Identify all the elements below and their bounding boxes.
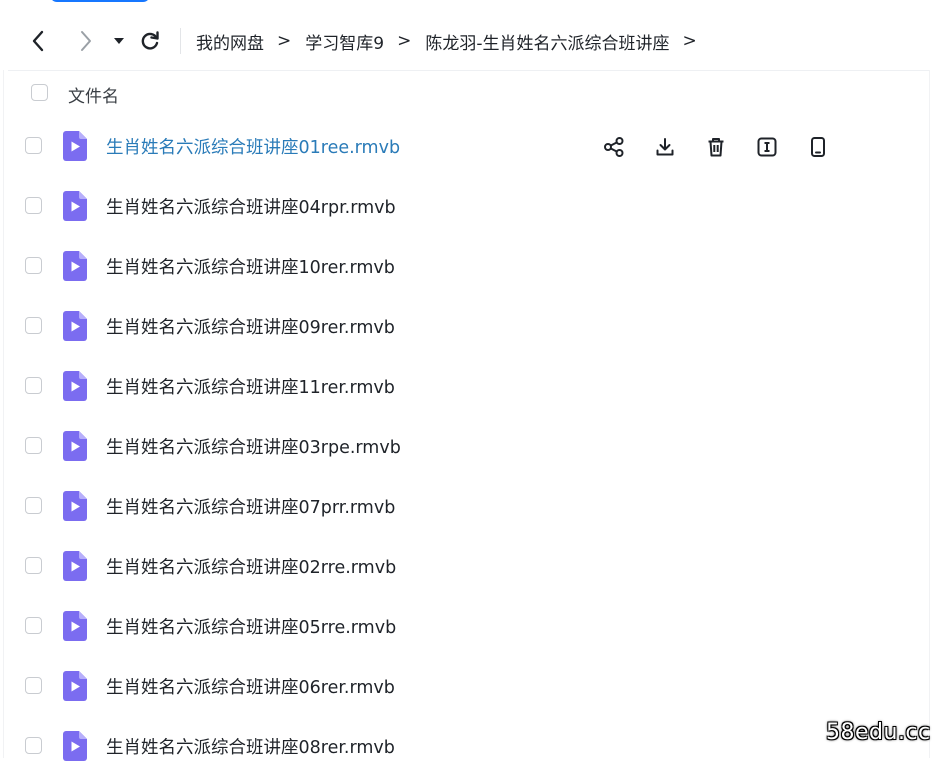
file-select-checkbox[interactable] xyxy=(25,737,42,754)
file-row[interactable]: 生肖姓名六派综合班讲座09rer.rmvb xyxy=(0,297,932,357)
file-name[interactable]: 生肖姓名六派综合班讲座02rre.rmvb xyxy=(106,554,396,579)
file-name[interactable]: 生肖姓名六派综合班讲座03rpe.rmvb xyxy=(106,434,401,459)
file-row[interactable]: 生肖姓名六派综合班讲座03rpe.rmvb xyxy=(0,417,932,477)
top-accent-bar xyxy=(50,0,150,2)
breadcrumb: 我的网盘 > 学习智库9 > 陈龙羽-生肖姓名六派综合班讲座 > xyxy=(196,28,711,54)
file-name[interactable]: 生肖姓名六派综合班讲座09rer.rmvb xyxy=(106,314,395,339)
video-file-icon xyxy=(63,131,87,161)
breadcrumb-separator[interactable]: > xyxy=(682,31,696,51)
file-row[interactable]: 生肖姓名六派综合班讲座08rer.rmvb xyxy=(0,717,932,777)
file-row[interactable]: 生肖姓名六派综合班讲座01ree.rmvb xyxy=(0,117,932,177)
trash-icon xyxy=(705,136,727,158)
file-select-checkbox[interactable] xyxy=(25,557,42,574)
file-name[interactable]: 生肖姓名六派综合班讲座06rer.rmvb xyxy=(106,674,395,699)
phone-icon xyxy=(807,136,829,158)
column-header-filename[interactable]: 文件名 xyxy=(68,82,119,107)
file-row[interactable]: 生肖姓名六派综合班讲座11rer.rmvb xyxy=(0,357,932,417)
file-select-checkbox[interactable] xyxy=(25,197,42,214)
refresh-icon xyxy=(141,31,159,50)
file-select-checkbox[interactable] xyxy=(25,137,42,154)
file-select-checkbox[interactable] xyxy=(25,617,42,634)
file-select-checkbox[interactable] xyxy=(25,317,42,334)
download-button[interactable] xyxy=(651,133,679,161)
caret-down-icon xyxy=(114,38,124,44)
file-row[interactable]: 生肖姓名六派综合班讲座07prr.rmvb xyxy=(0,477,932,537)
video-file-icon xyxy=(63,671,87,701)
file-name[interactable]: 生肖姓名六派综合班讲座11rer.rmvb xyxy=(106,374,395,399)
video-file-icon xyxy=(63,551,87,581)
select-all-checkbox[interactable] xyxy=(31,84,48,101)
chevron-left-icon xyxy=(32,30,44,52)
chevron-right-icon xyxy=(81,31,91,51)
video-file-icon xyxy=(63,731,87,761)
breadcrumb-separator: > xyxy=(277,31,292,51)
video-file-icon xyxy=(63,371,87,401)
history-dropdown-button[interactable] xyxy=(110,30,128,52)
file-select-checkbox[interactable] xyxy=(25,377,42,394)
file-row[interactable]: 生肖姓名六派综合班讲座02rre.rmvb xyxy=(0,537,932,597)
watermark: 58edu.cc xyxy=(826,720,931,745)
file-name[interactable]: 生肖姓名六派综合班讲座05rre.rmvb xyxy=(106,614,396,639)
file-name[interactable]: 生肖姓名六派综合班讲座01ree.rmvb xyxy=(106,134,400,159)
refresh-button[interactable] xyxy=(136,26,164,56)
forward-button[interactable] xyxy=(72,26,100,56)
delete-button[interactable] xyxy=(702,133,730,161)
file-row[interactable]: 生肖姓名六派综合班讲座10rer.rmvb xyxy=(0,237,932,297)
file-row[interactable]: 生肖姓名六派综合班讲座04rpr.rmvb xyxy=(0,177,932,237)
rename-button[interactable] xyxy=(753,133,781,161)
file-select-checkbox[interactable] xyxy=(25,677,42,694)
file-list-header: 文件名 xyxy=(0,78,932,110)
file-name[interactable]: 生肖姓名六派综合班讲座10rer.rmvb xyxy=(106,254,395,279)
file-select-checkbox[interactable] xyxy=(25,437,42,454)
rename-icon xyxy=(756,136,778,158)
back-button[interactable] xyxy=(24,26,52,56)
navigation-bar: 我的网盘 > 学习智库9 > 陈龙羽-生肖姓名六派综合班讲座 > xyxy=(0,18,932,64)
video-file-icon xyxy=(63,311,87,341)
breadcrumb-item-folder[interactable]: 学习智库9 xyxy=(305,29,384,54)
breadcrumb-separator: > xyxy=(397,31,412,51)
file-row[interactable]: 生肖姓名六派综合班讲座05rre.rmvb xyxy=(0,597,932,657)
video-file-icon xyxy=(63,191,87,221)
download-icon xyxy=(654,136,676,158)
header-divider xyxy=(8,70,930,71)
breadcrumb-item-root[interactable]: 我的网盘 xyxy=(196,29,264,54)
row-action-toolbar xyxy=(600,133,855,161)
file-name[interactable]: 生肖姓名六派综合班讲座07prr.rmvb xyxy=(106,494,395,519)
file-name[interactable]: 生肖姓名六派综合班讲座04rpr.rmvb xyxy=(106,194,396,219)
video-file-icon xyxy=(63,251,87,281)
share-icon xyxy=(603,136,625,158)
share-button[interactable] xyxy=(600,133,628,161)
video-file-icon xyxy=(63,611,87,641)
file-select-checkbox[interactable] xyxy=(25,497,42,514)
nav-divider xyxy=(180,28,181,54)
file-name[interactable]: 生肖姓名六派综合班讲座08rer.rmvb xyxy=(106,734,395,759)
breadcrumb-item-current[interactable]: 陈龙羽-生肖姓名六派综合班讲座 xyxy=(425,29,669,54)
send-to-phone-button[interactable] xyxy=(804,133,832,161)
file-select-checkbox[interactable] xyxy=(25,257,42,274)
video-file-icon xyxy=(63,491,87,521)
video-file-icon xyxy=(63,431,87,461)
file-row[interactable]: 生肖姓名六派综合班讲座06rer.rmvb xyxy=(0,657,932,717)
